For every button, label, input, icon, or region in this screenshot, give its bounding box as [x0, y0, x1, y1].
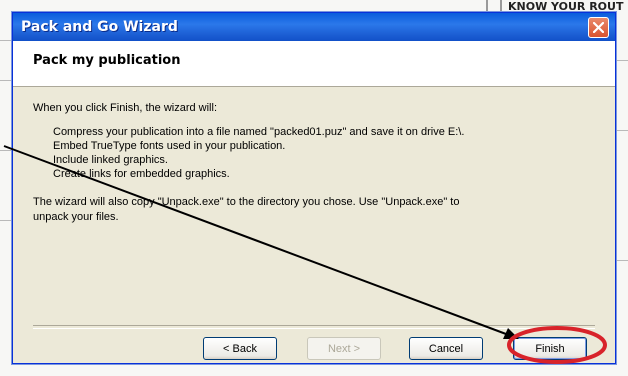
unpack-note: The wizard will also copy "Unpack.exe" t…: [33, 195, 593, 225]
dialog-title: Pack and Go Wizard: [21, 19, 178, 35]
close-icon: [593, 21, 604, 33]
unpack-note-line: The wizard will also copy "Unpack.exe" t…: [33, 196, 460, 208]
background-column-line: [486, 0, 488, 12]
action-item: Create links for embedded graphics.: [53, 168, 230, 180]
action-item: Compress your publication into a file na…: [53, 126, 465, 138]
background-rule: [0, 220, 12, 221]
page-heading: Pack my publication: [33, 53, 181, 68]
footer-divider: [33, 325, 595, 329]
background-rule: [616, 130, 628, 131]
background-rule: [616, 60, 628, 61]
back-button[interactable]: < Back: [203, 337, 277, 360]
close-button[interactable]: [588, 16, 609, 38]
background-rule: [0, 40, 12, 41]
wizard-header: Pack my publication: [13, 41, 615, 87]
background-column-line: [500, 0, 502, 12]
background-rule: [616, 260, 628, 261]
wizard-body: When you click Finish, the wizard will: …: [13, 87, 615, 225]
pack-and-go-dialog: Pack and Go Wizard Pack my publication W…: [12, 12, 616, 364]
next-button[interactable]: Next >: [307, 337, 381, 360]
action-item: Embed TrueType fonts used in your public…: [53, 140, 286, 152]
cancel-button[interactable]: Cancel: [409, 337, 483, 360]
unpack-note-line: unpack your files.: [33, 211, 119, 223]
action-item: Include linked graphics.: [53, 154, 168, 166]
intro-text: When you click Finish, the wizard will:: [33, 102, 218, 114]
background-rule: [0, 80, 12, 81]
title-bar[interactable]: Pack and Go Wizard: [13, 13, 615, 41]
finish-button[interactable]: Finish: [513, 337, 587, 360]
action-list: Compress your publication into a file na…: [53, 125, 595, 181]
background-rule: [0, 150, 12, 151]
